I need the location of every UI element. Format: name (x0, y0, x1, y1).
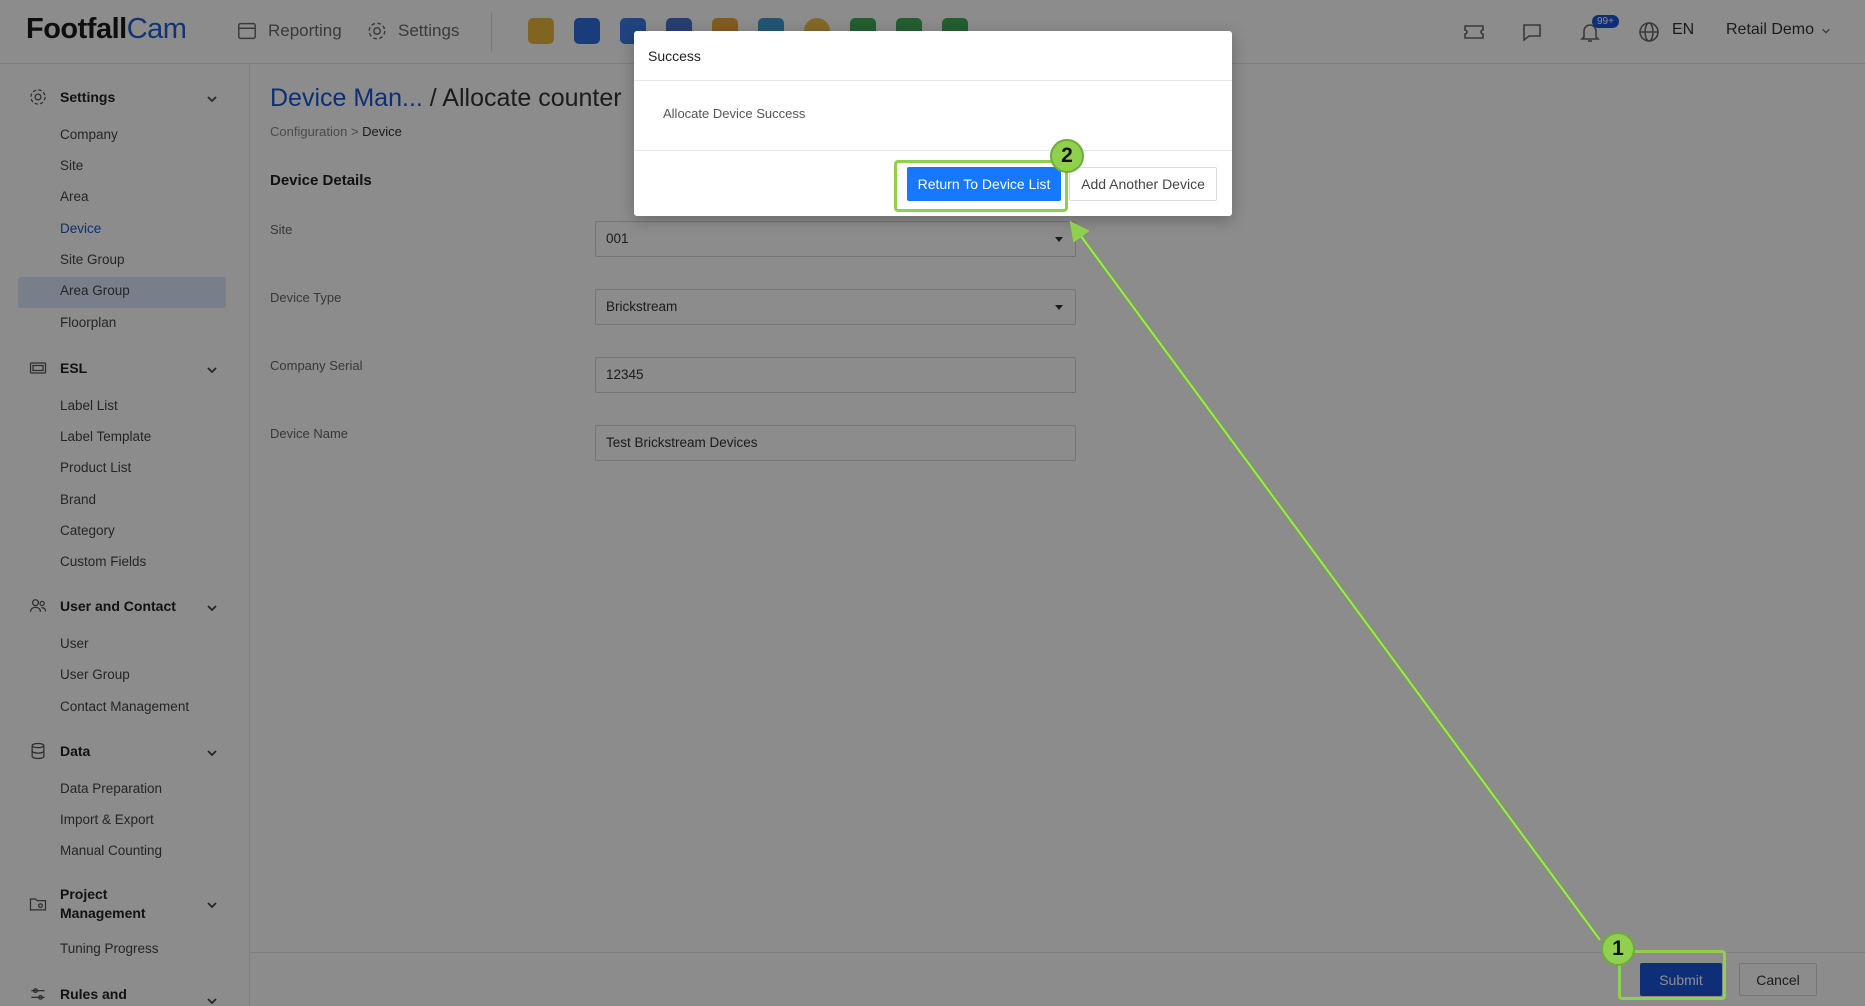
annotation-box-return (894, 160, 1068, 212)
step-marker-2: 2 (1050, 139, 1084, 173)
dialog-message: Allocate Device Success (634, 81, 1232, 151)
annotation-box-submit (1618, 950, 1726, 1000)
dialog-title: Success (634, 31, 1232, 81)
step-marker-1: 1 (1601, 932, 1635, 966)
add-another-device-button[interactable]: Add Another Device (1069, 167, 1217, 201)
